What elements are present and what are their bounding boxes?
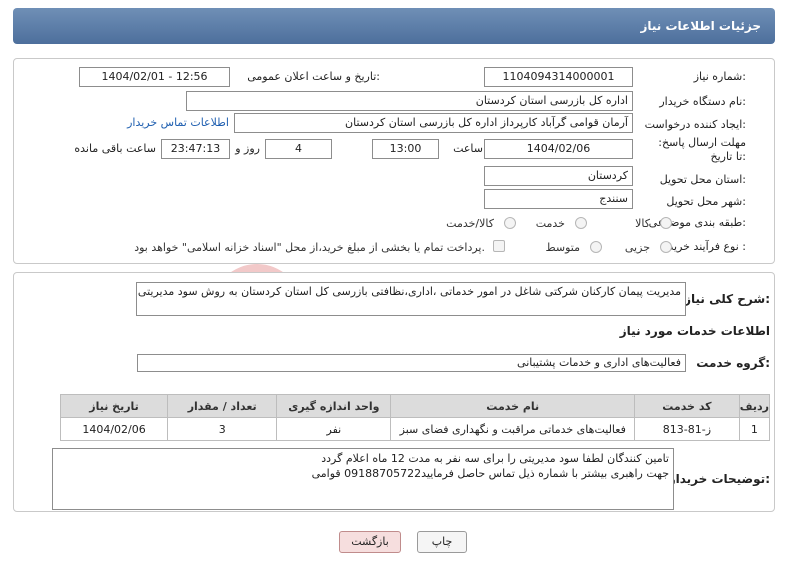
process-medium-radio[interactable] — [590, 241, 602, 253]
buyer-org-label: نام دستگاه خریدار: — [659, 95, 746, 108]
creator-label: ایجاد کننده درخواست: — [644, 118, 746, 131]
deadline-time-field: 13:00 — [372, 139, 439, 159]
contact-buyer-link[interactable]: اطلاعات تماس خریدار — [127, 116, 229, 129]
buyer-notes-textarea[interactable]: تامین کنندگان لطفا سود مدیریتی را برای س… — [52, 448, 674, 510]
buyer-notes-line-2: جهت راهبری بیشتر با شماره ذیل تماس حاصل … — [311, 467, 669, 480]
deadline-time-label: ساعت — [453, 142, 483, 155]
buyer-notes-line-1: تامین کنندگان لطفا سود مدیریتی را برای س… — [321, 452, 669, 465]
table-row: 1 ز-81-813 فعالیت‌های خدماتی مراقبت و نگ… — [59, 417, 771, 441]
category-goods-radio[interactable] — [660, 217, 672, 229]
remaining-time-label: ساعت باقی مانده — [74, 142, 156, 155]
cell-service-name: فعالیت‌های خدماتی مراقبت و نگهداری فضای … — [390, 417, 636, 441]
summary-textarea[interactable]: مدیریت پیمان کارکنان شرکتی شاغل در امور … — [136, 282, 686, 316]
days-label: روز و — [235, 142, 260, 155]
service-group-field: فعالیت‌های اداری و خدمات پشتیبانی — [137, 354, 686, 372]
remaining-time-field: 23:47:13 — [161, 139, 230, 159]
service-group-label: گروه خدمت: — [696, 356, 770, 370]
process-medium-label: متوسط — [545, 241, 580, 254]
services-table: ردیف کد خدمت نام خدمت واحد اندازه گیری ت… — [59, 394, 771, 441]
back-button[interactable]: بازگشت — [339, 531, 401, 553]
page-header: جزئیات اطلاعات نیاز — [13, 8, 775, 44]
need-number-field: 1104094314000001 — [484, 67, 633, 87]
treasury-bonds-checkbox[interactable] — [493, 240, 505, 252]
col-service-code: کد خدمت — [634, 394, 740, 418]
col-row: ردیف — [738, 394, 771, 418]
col-unit: واحد اندازه گیری — [276, 394, 392, 418]
category-goods-service-label: کالا/خدمت — [446, 217, 494, 230]
print-button[interactable]: چاپ — [417, 531, 467, 553]
page-title: جزئیات اطلاعات نیاز — [640, 19, 761, 33]
cell-unit: نفر — [276, 417, 392, 441]
province-label: استان محل تحویل: — [659, 173, 746, 186]
province-field: کردستان — [484, 166, 633, 186]
cell-quantity: 3 — [167, 417, 278, 441]
category-goods-service-radio[interactable] — [504, 217, 516, 229]
city-field: سنندج — [484, 189, 633, 209]
col-quantity: تعداد / مقدار — [167, 394, 278, 418]
category-service-label: خدمت — [535, 217, 565, 230]
table-header-row: ردیف کد خدمت نام خدمت واحد اندازه گیری ت… — [59, 394, 771, 418]
buyer-notes-label: توضیحات خریدار: — [668, 472, 770, 486]
process-minor-radio[interactable] — [660, 241, 672, 253]
deadline-date-field: 1404/02/06 — [484, 139, 633, 159]
summary-text: مدیریت پیمان کارکنان شرکتی شاغل در امور … — [137, 285, 681, 298]
cell-row: 1 — [738, 417, 771, 441]
deadline-label: مهلت ارسال پاسخ: تا تاریخ: — [658, 136, 746, 163]
col-need-date: تاریخ نیاز — [59, 394, 169, 418]
col-service-name: نام خدمت — [390, 394, 636, 418]
cell-service-code: ز-81-813 — [634, 417, 740, 441]
need-number-label: شماره نیاز: — [693, 70, 746, 83]
process-label: نوع فرآیند خرید : — [668, 240, 746, 253]
announce-label: تاریخ و ساعت اعلان عمومی: — [247, 70, 380, 83]
services-heading: اطلاعات خدمات مورد نیاز — [619, 324, 770, 338]
summary-label: شرح کلی نیاز: — [684, 292, 770, 306]
buyer-org-field: اداره کل بازرسی استان کردستان — [186, 91, 633, 111]
cell-need-date: 1404/02/06 — [59, 417, 169, 441]
creator-field: آرمان قوامی گرآباد کارپرداز اداره کل باز… — [234, 113, 633, 133]
process-minor-label: جزیی — [624, 241, 650, 254]
city-label: شهر محل تحویل: — [666, 195, 746, 208]
category-goods-label: کالا — [635, 217, 650, 230]
category-service-radio[interactable] — [575, 217, 587, 229]
treasury-bonds-note: پرداخت تمام یا بخشی از مبلغ خرید،از محل … — [134, 241, 485, 254]
days-remaining-field: 4 — [265, 139, 332, 159]
announce-field: 1404/02/01 - 12:56 — [79, 67, 230, 87]
